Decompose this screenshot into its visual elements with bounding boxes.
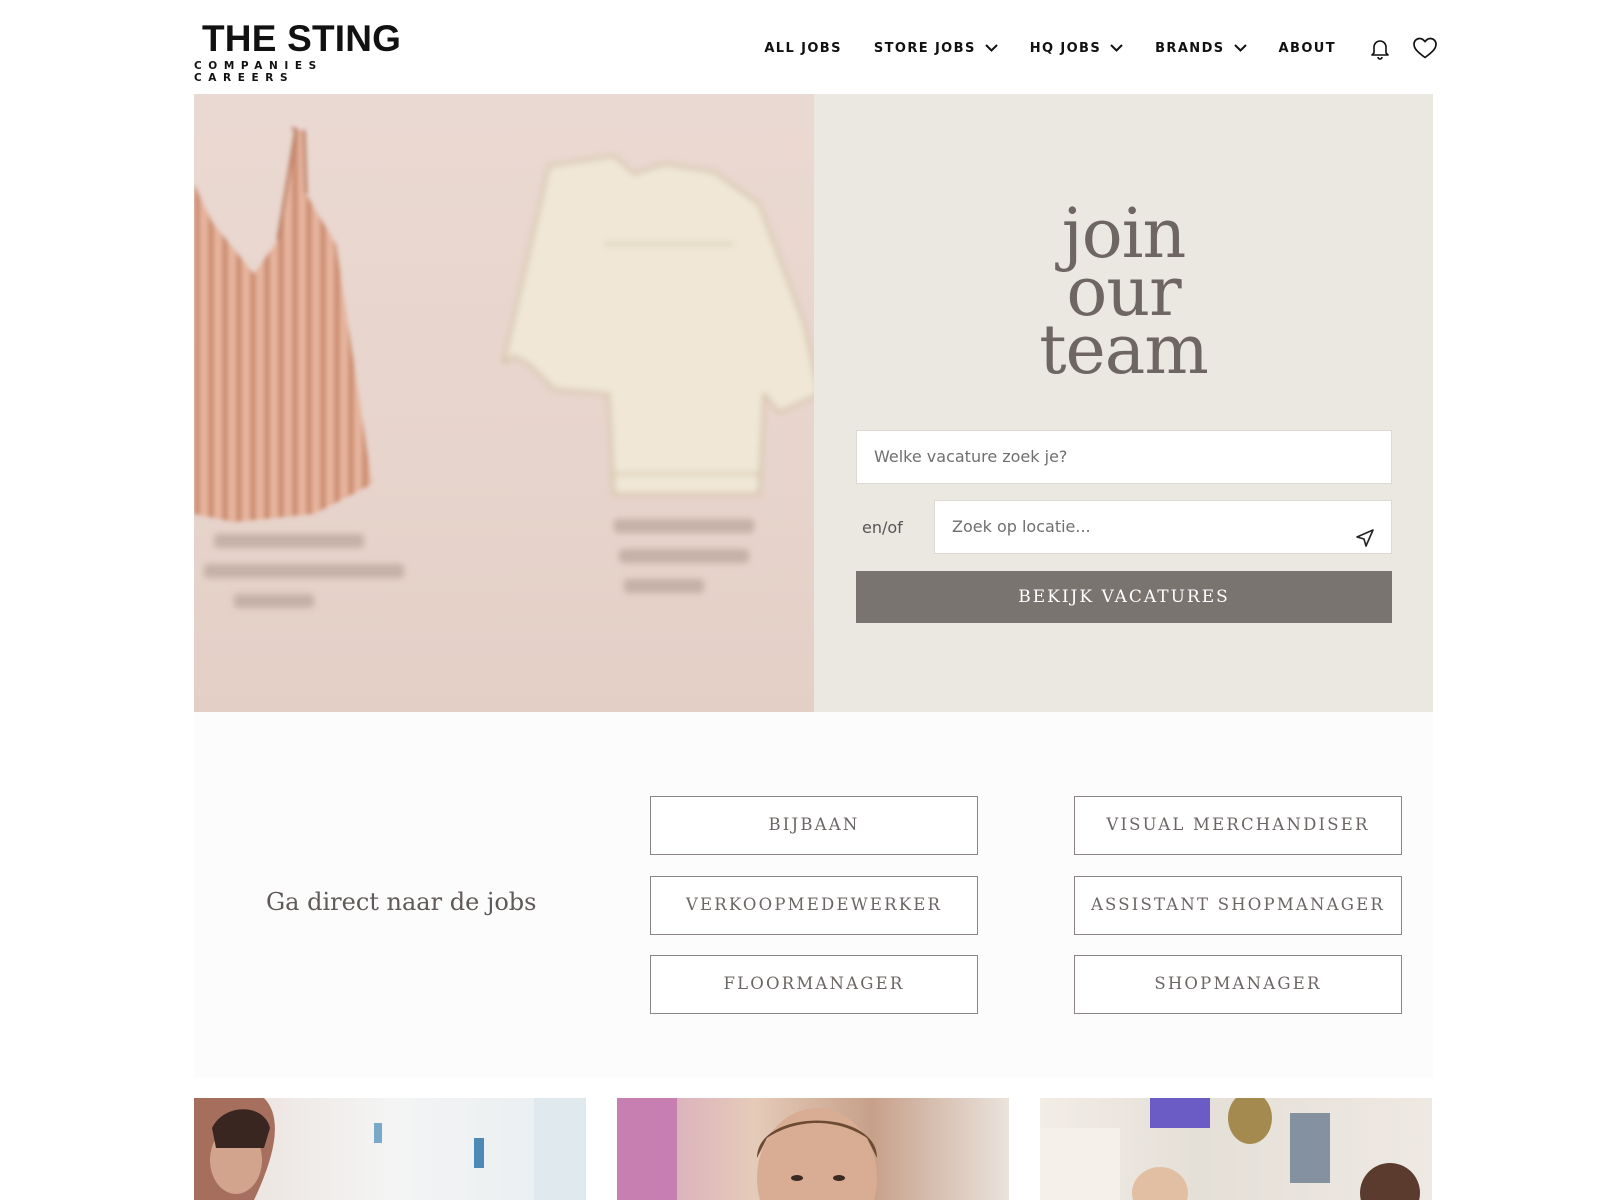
job-link-bijbaan[interactable]: BIJBAAN [650,796,978,855]
job-link-assistant-shopmanager[interactable]: ASSISTANT SHOPMANAGER [1074,876,1402,935]
job-search-input[interactable]: Welke vacature zoek je? [856,430,1392,484]
bell-icon[interactable] [1368,36,1392,60]
and-or-label: en/of [862,518,903,537]
location-search-input[interactable]: Zoek op locatie... [934,500,1392,554]
hero-title: join our team [1039,195,1209,390]
heart-icon[interactable] [1412,36,1438,60]
nav-hq-jobs[interactable]: HQ JOBS [1030,41,1123,56]
navigation-arrow-icon[interactable] [1355,517,1375,569]
nav-about[interactable]: ABOUT [1279,41,1336,56]
job-link-visual-merchandiser[interactable]: VISUAL MERCHANDISER [1074,796,1402,855]
main-nav: ALL JOBS STORE JOBS HQ JOBS BRANDS ABOUT [732,36,1438,60]
store-photo-tile[interactable] [194,1098,586,1200]
nav-all-jobs[interactable]: ALL JOBS [764,41,842,56]
quick-links-heading: Ga direct naar de jobs [266,888,537,916]
hero-image-clothing [194,94,814,712]
brand-logo[interactable]: THE STING COMPANIES CAREERS [194,18,414,85]
job-link-verkoopmedewerker[interactable]: VERKOOPMEDEWERKER [650,876,978,935]
hero-search-panel: join our team Welke vacature zoek je? en… [814,94,1433,712]
team-photo-tile[interactable] [1040,1098,1432,1200]
chevron-down-icon [1110,44,1123,52]
employee-photo [617,1098,877,1200]
employee-photo-tile[interactable] [617,1098,1009,1200]
hero-section: join our team Welke vacature zoek je? en… [194,94,1433,712]
clothing-illustration [194,126,814,608]
site-header: THE STING COMPANIES CAREERS ALL JOBS STO… [0,0,1600,94]
chevron-down-icon [1233,44,1247,52]
store-photo [194,1098,586,1200]
logo-subtitle: COMPANIES CAREERS [194,60,323,84]
job-link-shopmanager[interactable]: SHOPMANAGER [1074,955,1402,1014]
team-photo [1040,1098,1420,1200]
view-vacancies-button[interactable]: BEKIJK VACATURES [856,571,1392,623]
nav-store-jobs[interactable]: STORE JOBS [874,41,998,56]
quick-job-links: Ga direct naar de jobs BIJBAAN VISUAL ME… [194,712,1433,1078]
job-link-floormanager[interactable]: FLOORMANAGER [650,955,978,1014]
chevron-down-icon [984,44,998,52]
nav-brands[interactable]: BRANDS [1155,41,1247,56]
logo-wordmark: THE STING [202,18,402,59]
